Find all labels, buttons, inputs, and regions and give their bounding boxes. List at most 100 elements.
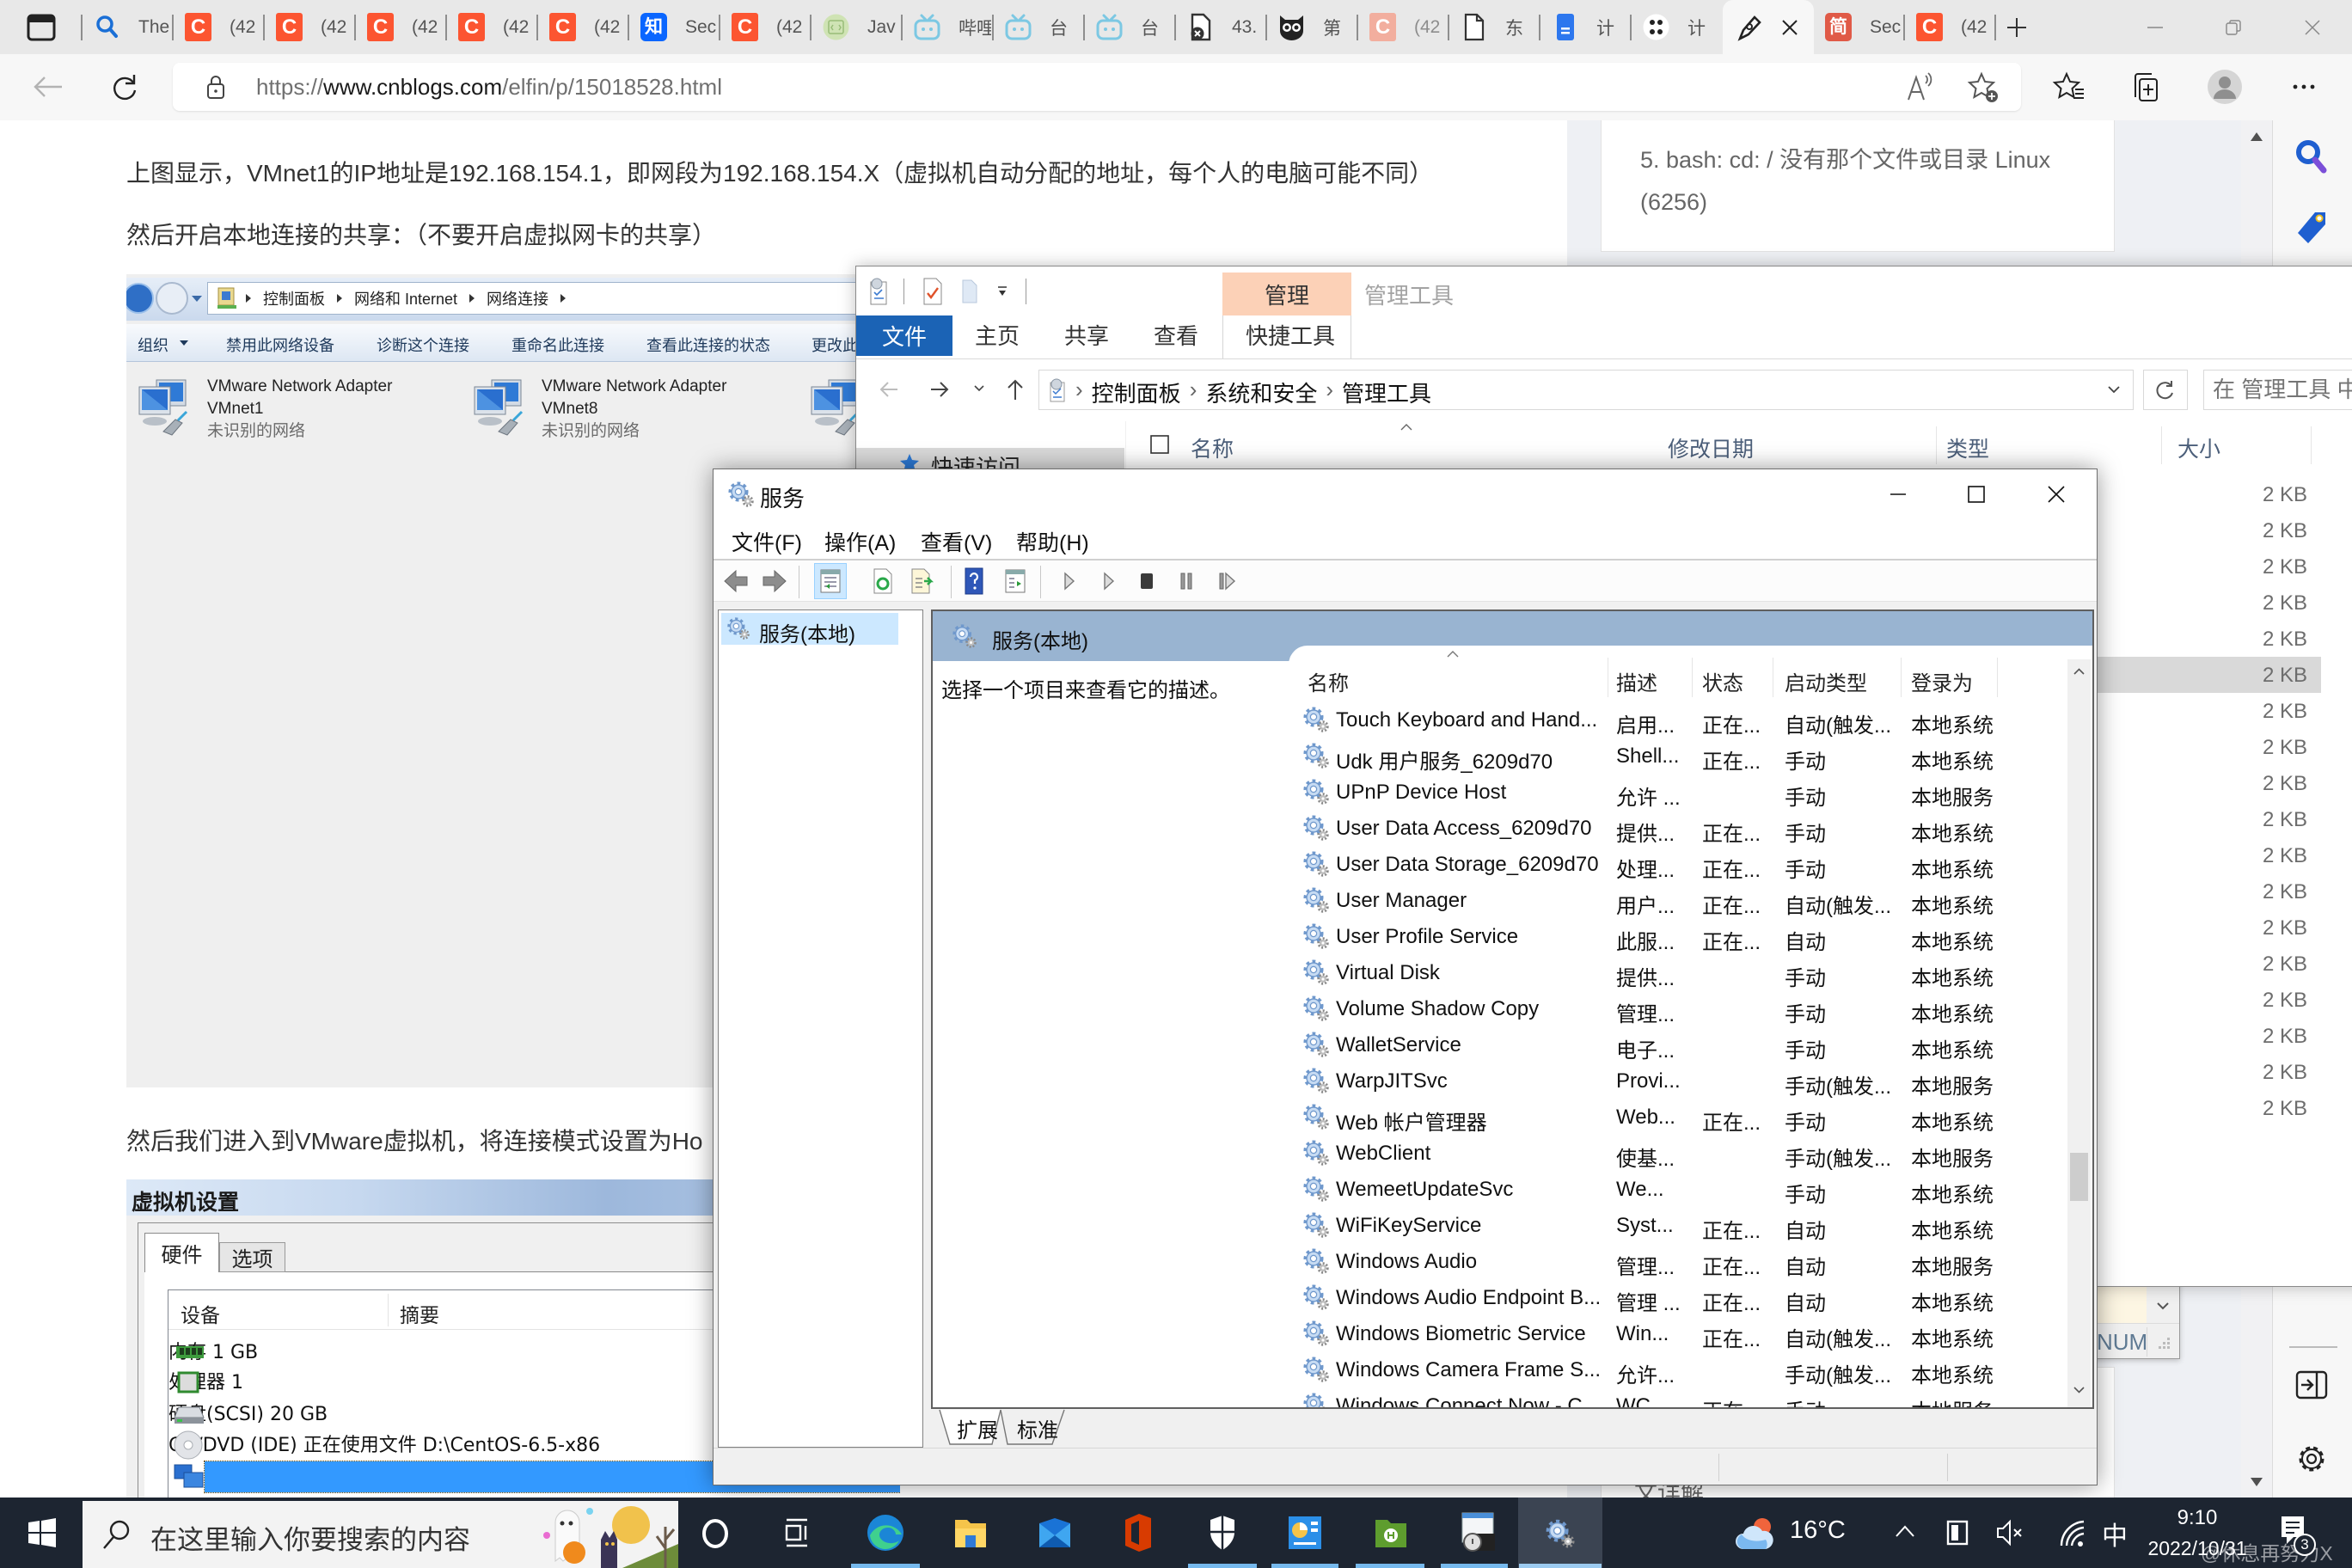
resize-grip-icon[interactable] bbox=[2157, 1336, 2171, 1350]
edge-browser-icon[interactable] bbox=[867, 1513, 904, 1553]
help-icon[interactable] bbox=[961, 567, 987, 596]
browser-tab[interactable]: 台 bbox=[994, 0, 1085, 54]
refresh-button[interactable] bbox=[104, 66, 145, 107]
ranking-item-link[interactable]: 5. bash: cd: / 没有那个文件或目录 Linux bbox=[1640, 141, 2050, 175]
wifi-icon[interactable] bbox=[2058, 1518, 2086, 1547]
browser-tab[interactable]: 哔哩 bbox=[903, 0, 994, 54]
browser-tab[interactable]: C (42 bbox=[174, 0, 265, 54]
service-row[interactable]: Volume Shadow Copy 管理... 手动 本地系统 bbox=[1289, 990, 2062, 1026]
menu-help[interactable]: 帮助(H) bbox=[1016, 526, 1089, 557]
browser-tab[interactable]: C (42 bbox=[720, 0, 812, 54]
service-row[interactable]: User Manager 用户... 正在... 自动(触发... 本地系统 bbox=[1289, 882, 2062, 918]
browser-tab[interactable]: C (42 bbox=[447, 0, 538, 54]
browser-tab[interactable]: 计 bbox=[1632, 0, 1723, 54]
windows-security-icon[interactable] bbox=[1209, 1515, 1236, 1551]
browser-tab[interactable]: 知 Sec bbox=[629, 0, 720, 54]
browser-tab[interactable]: 台 bbox=[1085, 0, 1176, 54]
scroll-up-arrow-icon[interactable] bbox=[2251, 132, 2263, 141]
office-icon[interactable] bbox=[1122, 1513, 1153, 1553]
tab-actions-button[interactable] bbox=[24, 11, 58, 44]
refresh-list-icon[interactable] bbox=[870, 567, 896, 596]
browser-tab-active[interactable] bbox=[1723, 0, 1814, 54]
service-row[interactable]: WemeetUpdateSvc We... 手动 本地系统 bbox=[1289, 1171, 2062, 1207]
address-bar[interactable]: https://www.cnblogs.com/elfin/p/15018528… bbox=[173, 63, 2021, 111]
service-row[interactable]: Windows Camera Frame S... 允许... 手动(触发... 本地… bbox=[1289, 1351, 2062, 1387]
service-row[interactable]: Windows Biometric Service Win... 正在... 自动(触… bbox=[1289, 1315, 2062, 1351]
browser-tab[interactable]: C (42 bbox=[538, 0, 629, 54]
browser-tab[interactable]: C (42 bbox=[1358, 0, 1449, 54]
input-method-indicator[interactable]: 中 bbox=[2102, 1515, 2128, 1553]
toolbar-back-icon[interactable] bbox=[723, 567, 749, 596]
maximize-button[interactable] bbox=[1957, 469, 1996, 519]
service-row[interactable]: User Data Access_6209d70 提供... 正在... 手动 本地系统 bbox=[1289, 810, 2062, 846]
tree-item-services-local[interactable]: 服务(本地) bbox=[721, 613, 898, 646]
profile-button[interactable] bbox=[2204, 66, 2245, 107]
service-row[interactable]: User Profile Service 此服... 正在... 自动 本地系统 bbox=[1289, 918, 2062, 954]
service-row[interactable]: WarpJITSvc Provi... 手动(触发... 本地服务 bbox=[1289, 1063, 2062, 1099]
volume-muted-icon[interactable] bbox=[1996, 1519, 2024, 1547]
new-tab-button[interactable] bbox=[2000, 10, 2034, 45]
battery-icon[interactable] bbox=[1946, 1520, 1969, 1546]
add-favorite-icon[interactable] bbox=[1967, 71, 2000, 104]
service-row[interactable]: Windows Audio 管理... 正在... 自动 本地服务 bbox=[1289, 1243, 2062, 1279]
menu-view[interactable]: 查看(V) bbox=[921, 526, 992, 557]
settings-gear-icon[interactable] bbox=[2295, 1442, 2328, 1475]
mail-icon[interactable] bbox=[1038, 1516, 1072, 1549]
browser-minimize-button[interactable] bbox=[2116, 0, 2195, 54]
cortana-icon[interactable] bbox=[701, 1519, 729, 1548]
back-button[interactable] bbox=[28, 66, 69, 107]
taskbar-search-box[interactable]: 在这里输入你要搜索的内容 bbox=[83, 1501, 678, 1568]
url-text[interactable]: https://www.cnblogs.com/elfin/p/15018528… bbox=[256, 63, 722, 111]
browser-tab[interactable]: C (42 bbox=[1905, 0, 1996, 54]
task-view-icon[interactable] bbox=[783, 1518, 811, 1547]
service-row[interactable]: Windows Connect Now - C... WC... 正在... 手动 本地… bbox=[1289, 1387, 2062, 1407]
browser-tab[interactable]: 43. bbox=[1176, 0, 1267, 54]
minimize-button[interactable] bbox=[1878, 469, 1918, 519]
service-row[interactable]: Touch Keyboard and Hand... 启用... 正在... 自动(触… bbox=[1289, 701, 2062, 738]
tab-extended[interactable]: 扩展 bbox=[957, 1413, 998, 1443]
export-list-icon[interactable] bbox=[909, 567, 934, 596]
control-panel-app-icon[interactable] bbox=[1287, 1515, 1323, 1551]
browser-tab[interactable]: 第 bbox=[1267, 0, 1358, 54]
collections-button[interactable] bbox=[2124, 66, 2165, 107]
favorites-button[interactable] bbox=[2049, 66, 2091, 107]
file-explorer-icon[interactable] bbox=[953, 1515, 988, 1551]
browser-restore-button[interactable] bbox=[2194, 0, 2273, 54]
menu-file[interactable]: 文件(F) bbox=[732, 526, 802, 557]
weather-temperature[interactable]: 16°C bbox=[1790, 1516, 1846, 1545]
service-row[interactable]: WalletService 电子... 手动 本地系统 bbox=[1289, 1026, 2062, 1063]
service-row[interactable]: Virtual Disk 提供... 手动 本地系统 bbox=[1289, 954, 2062, 990]
scroll-down-arrow-icon[interactable] bbox=[2251, 1478, 2263, 1486]
toolbar-forward-icon[interactable] bbox=[762, 567, 787, 596]
browser-tab[interactable]: C (42 bbox=[356, 0, 447, 54]
start-service-icon[interactable] bbox=[1056, 567, 1081, 596]
service-row[interactable]: WiFiKeyService Syst... 正在... 自动 本地系统 bbox=[1289, 1207, 2062, 1243]
split-screen-icon[interactable] bbox=[2295, 1370, 2328, 1400]
more-menu-button[interactable] bbox=[2283, 66, 2324, 107]
menu-action[interactable]: 操作(A) bbox=[824, 526, 896, 557]
service-row[interactable]: User Data Storage_6209d70 处理... 正在... 手动 本地系… bbox=[1289, 846, 2062, 882]
service-row[interactable]: UPnP Device Host 允许 ... 手动 本地服务 bbox=[1289, 774, 2062, 810]
service-row[interactable]: Web 帐户管理器 Web... 正在... 手动 本地系统 bbox=[1289, 1099, 2062, 1135]
service-row[interactable]: Windows Audio Endpoint B... 管理 ... 正在... 自动… bbox=[1289, 1279, 2062, 1315]
sidebar-search-icon[interactable] bbox=[2294, 138, 2329, 176]
sidebar-shopping-tag-icon[interactable] bbox=[2296, 211, 2327, 245]
close-tab-button[interactable] bbox=[1781, 19, 1798, 36]
browser-tab[interactable]: C (42 bbox=[265, 0, 356, 54]
lock-icon[interactable] bbox=[205, 74, 226, 100]
service-row[interactable]: Udk 用户服务_6209d70 Shell... 正在... 手动 本地系统 bbox=[1289, 738, 2062, 774]
scroll-down-chevron-icon[interactable] bbox=[2073, 1387, 2085, 1393]
pause-service-icon[interactable] bbox=[1173, 567, 1199, 596]
stop-service-icon[interactable] bbox=[1134, 567, 1160, 596]
scrollbar-thumb[interactable] bbox=[2070, 1153, 2088, 1201]
browser-tab[interactable]: The bbox=[83, 0, 174, 54]
services-list-scrollbar[interactable] bbox=[2067, 659, 2091, 1407]
browser-tab[interactable]: 东 bbox=[1449, 0, 1540, 54]
weather-cloud-icon[interactable] bbox=[1735, 1515, 1776, 1553]
green-folder-app-icon[interactable] bbox=[1374, 1515, 1410, 1551]
browser-tab[interactable]: 计 bbox=[1540, 0, 1632, 54]
scroll-up-chevron-icon[interactable] bbox=[2073, 668, 2085, 675]
browser-close-button[interactable] bbox=[2273, 0, 2352, 54]
lock-app-icon[interactable] bbox=[1459, 1511, 1497, 1554]
chevron-down-icon[interactable] bbox=[2157, 1302, 2169, 1310]
